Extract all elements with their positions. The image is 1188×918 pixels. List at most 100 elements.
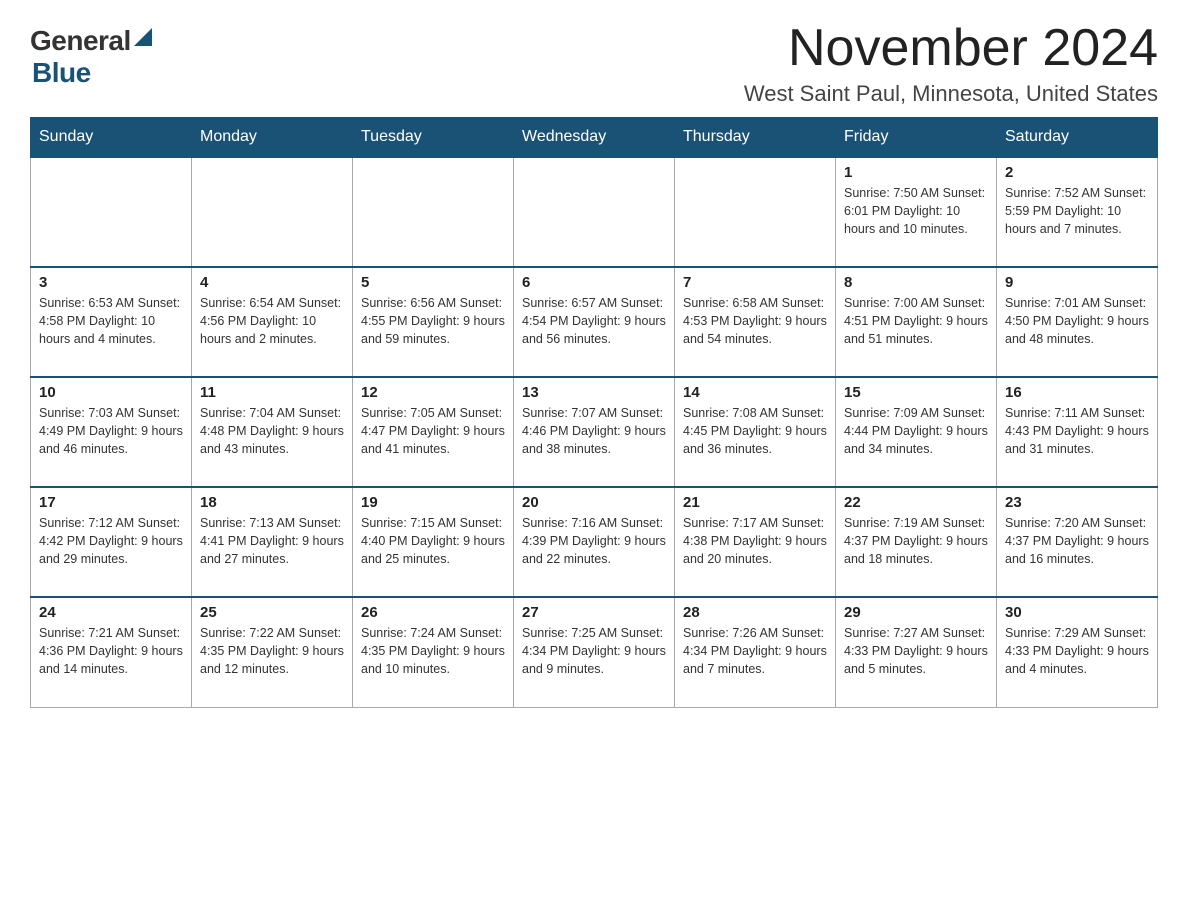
calendar-header-row: SundayMondayTuesdayWednesdayThursdayFrid… <box>31 118 1158 158</box>
calendar-cell: 20 Sunrise: 7:16 AM Sunset: 4:39 PM Dayli… <box>514 487 675 597</box>
title-area: November 2024 West Saint Paul, Minnesota… <box>744 20 1158 107</box>
calendar-cell: 29 Sunrise: 7:27 AM Sunset: 4:33 PM Dayli… <box>836 597 997 707</box>
calendar-cell: 28 Sunrise: 7:26 AM Sunset: 4:34 PM Dayli… <box>675 597 836 707</box>
day-info: Sunrise: 6:56 AM Sunset: 4:55 PM Dayligh… <box>361 294 505 348</box>
day-info: Sunrise: 7:00 AM Sunset: 4:51 PM Dayligh… <box>844 294 988 348</box>
col-header-sunday: Sunday <box>31 118 192 158</box>
day-info: Sunrise: 6:53 AM Sunset: 4:58 PM Dayligh… <box>39 294 183 348</box>
day-info: Sunrise: 7:07 AM Sunset: 4:46 PM Dayligh… <box>522 404 666 458</box>
calendar-cell: 3 Sunrise: 6:53 AM Sunset: 4:58 PM Daylig… <box>31 267 192 377</box>
day-info: Sunrise: 7:26 AM Sunset: 4:34 PM Dayligh… <box>683 624 827 678</box>
day-info: Sunrise: 6:57 AM Sunset: 4:54 PM Dayligh… <box>522 294 666 348</box>
day-number: 6 <box>522 274 666 291</box>
calendar-cell: 8 Sunrise: 7:00 AM Sunset: 4:51 PM Daylig… <box>836 267 997 377</box>
calendar-week-4: 17 Sunrise: 7:12 AM Sunset: 4:42 PM Dayli… <box>31 487 1158 597</box>
month-title: November 2024 <box>744 20 1158 77</box>
day-number: 2 <box>1005 164 1149 181</box>
calendar-cell <box>514 157 675 267</box>
col-header-saturday: Saturday <box>997 118 1158 158</box>
day-info: Sunrise: 7:29 AM Sunset: 4:33 PM Dayligh… <box>1005 624 1149 678</box>
day-number: 8 <box>844 274 988 291</box>
day-info: Sunrise: 7:09 AM Sunset: 4:44 PM Dayligh… <box>844 404 988 458</box>
calendar-cell: 27Sunrise: 7:25 AM Sunset: 4:34 PM Dayli… <box>514 597 675 707</box>
calendar-cell <box>353 157 514 267</box>
calendar-cell: 17 Sunrise: 7:12 AM Sunset: 4:42 PM Dayli… <box>31 487 192 597</box>
day-number: 12 <box>361 384 505 401</box>
day-number: 10 <box>39 384 183 401</box>
calendar-cell: 18 Sunrise: 7:13 AM Sunset: 4:41 PM Dayli… <box>192 487 353 597</box>
day-info: Sunrise: 7:15 AM Sunset: 4:40 PM Dayligh… <box>361 514 505 568</box>
day-number: 3 <box>39 274 183 291</box>
day-number: 25 <box>200 604 344 621</box>
day-info: Sunrise: 7:04 AM Sunset: 4:48 PM Dayligh… <box>200 404 344 458</box>
calendar-cell: 23 Sunrise: 7:20 AM Sunset: 4:37 PM Dayli… <box>997 487 1158 597</box>
logo-blue-text: Blue <box>32 57 91 89</box>
col-header-wednesday: Wednesday <box>514 118 675 158</box>
day-info: Sunrise: 7:27 AM Sunset: 4:33 PM Dayligh… <box>844 624 988 678</box>
calendar-cell: 5 Sunrise: 6:56 AM Sunset: 4:55 PM Daylig… <box>353 267 514 377</box>
day-info: Sunrise: 6:58 AM Sunset: 4:53 PM Dayligh… <box>683 294 827 348</box>
location-title: West Saint Paul, Minnesota, United State… <box>744 81 1158 107</box>
day-info: Sunrise: 7:08 AM Sunset: 4:45 PM Dayligh… <box>683 404 827 458</box>
calendar-cell <box>192 157 353 267</box>
day-number: 24 <box>39 604 183 621</box>
col-header-tuesday: Tuesday <box>353 118 514 158</box>
day-number: 16 <box>1005 384 1149 401</box>
day-number: 5 <box>361 274 505 291</box>
calendar-cell: 14 Sunrise: 7:08 AM Sunset: 4:45 PM Dayli… <box>675 377 836 487</box>
day-number: 28 <box>683 604 827 621</box>
calendar-cell: 30Sunrise: 7:29 AM Sunset: 4:33 PM Dayli… <box>997 597 1158 707</box>
day-number: 7 <box>683 274 827 291</box>
day-number: 4 <box>200 274 344 291</box>
calendar-week-5: 24 Sunrise: 7:21 AM Sunset: 4:36 PM Dayli… <box>31 597 1158 707</box>
calendar-cell: 22Sunrise: 7:19 AM Sunset: 4:37 PM Dayli… <box>836 487 997 597</box>
day-number: 21 <box>683 494 827 511</box>
logo-area: General Blue <box>30 20 152 89</box>
calendar-week-3: 10Sunrise: 7:03 AM Sunset: 4:49 PM Dayli… <box>31 377 1158 487</box>
calendar-cell: 19 Sunrise: 7:15 AM Sunset: 4:40 PM Dayli… <box>353 487 514 597</box>
day-info: Sunrise: 7:21 AM Sunset: 4:36 PM Dayligh… <box>39 624 183 678</box>
calendar-cell: 15Sunrise: 7:09 AM Sunset: 4:44 PM Dayli… <box>836 377 997 487</box>
day-number: 14 <box>683 384 827 401</box>
calendar-cell: 2 Sunrise: 7:52 AM Sunset: 5:59 PM Daylig… <box>997 157 1158 267</box>
logo-triangle-icon <box>134 28 152 46</box>
calendar-cell: 4 Sunrise: 6:54 AM Sunset: 4:56 PM Daylig… <box>192 267 353 377</box>
day-info: Sunrise: 7:12 AM Sunset: 4:42 PM Dayligh… <box>39 514 183 568</box>
day-info: Sunrise: 7:16 AM Sunset: 4:39 PM Dayligh… <box>522 514 666 568</box>
day-info: Sunrise: 7:19 AM Sunset: 4:37 PM Dayligh… <box>844 514 988 568</box>
day-info: Sunrise: 7:05 AM Sunset: 4:47 PM Dayligh… <box>361 404 505 458</box>
calendar-cell: 7 Sunrise: 6:58 AM Sunset: 4:53 PM Daylig… <box>675 267 836 377</box>
day-info: Sunrise: 7:20 AM Sunset: 4:37 PM Dayligh… <box>1005 514 1149 568</box>
day-number: 29 <box>844 604 988 621</box>
day-number: 9 <box>1005 274 1149 291</box>
day-info: Sunrise: 7:52 AM Sunset: 5:59 PM Dayligh… <box>1005 184 1149 238</box>
day-number: 17 <box>39 494 183 511</box>
day-info: Sunrise: 7:22 AM Sunset: 4:35 PM Dayligh… <box>200 624 344 678</box>
col-header-monday: Monday <box>192 118 353 158</box>
day-info: Sunrise: 7:17 AM Sunset: 4:38 PM Dayligh… <box>683 514 827 568</box>
col-header-thursday: Thursday <box>675 118 836 158</box>
calendar-cell: 13 Sunrise: 7:07 AM Sunset: 4:46 PM Dayli… <box>514 377 675 487</box>
day-info: Sunrise: 7:24 AM Sunset: 4:35 PM Dayligh… <box>361 624 505 678</box>
day-info: Sunrise: 7:11 AM Sunset: 4:43 PM Dayligh… <box>1005 404 1149 458</box>
header: General Blue November 2024 West Saint Pa… <box>30 20 1158 107</box>
day-info: Sunrise: 7:01 AM Sunset: 4:50 PM Dayligh… <box>1005 294 1149 348</box>
calendar-cell: 21 Sunrise: 7:17 AM Sunset: 4:38 PM Dayli… <box>675 487 836 597</box>
day-number: 19 <box>361 494 505 511</box>
calendar-cell <box>31 157 192 267</box>
day-number: 1 <box>844 164 988 181</box>
calendar-cell: 11Sunrise: 7:04 AM Sunset: 4:48 PM Dayli… <box>192 377 353 487</box>
day-info: Sunrise: 7:50 AM Sunset: 6:01 PM Dayligh… <box>844 184 988 238</box>
day-number: 18 <box>200 494 344 511</box>
calendar-cell: 24 Sunrise: 7:21 AM Sunset: 4:36 PM Dayli… <box>31 597 192 707</box>
calendar-cell: 16 Sunrise: 7:11 AM Sunset: 4:43 PM Dayli… <box>997 377 1158 487</box>
day-info: Sunrise: 6:54 AM Sunset: 4:56 PM Dayligh… <box>200 294 344 348</box>
day-number: 23 <box>1005 494 1149 511</box>
day-number: 26 <box>361 604 505 621</box>
day-number: 20 <box>522 494 666 511</box>
calendar-cell: 9 Sunrise: 7:01 AM Sunset: 4:50 PM Daylig… <box>997 267 1158 377</box>
calendar-cell: 26 Sunrise: 7:24 AM Sunset: 4:35 PM Dayli… <box>353 597 514 707</box>
day-number: 13 <box>522 384 666 401</box>
calendar-cell <box>675 157 836 267</box>
day-info: Sunrise: 7:13 AM Sunset: 4:41 PM Dayligh… <box>200 514 344 568</box>
